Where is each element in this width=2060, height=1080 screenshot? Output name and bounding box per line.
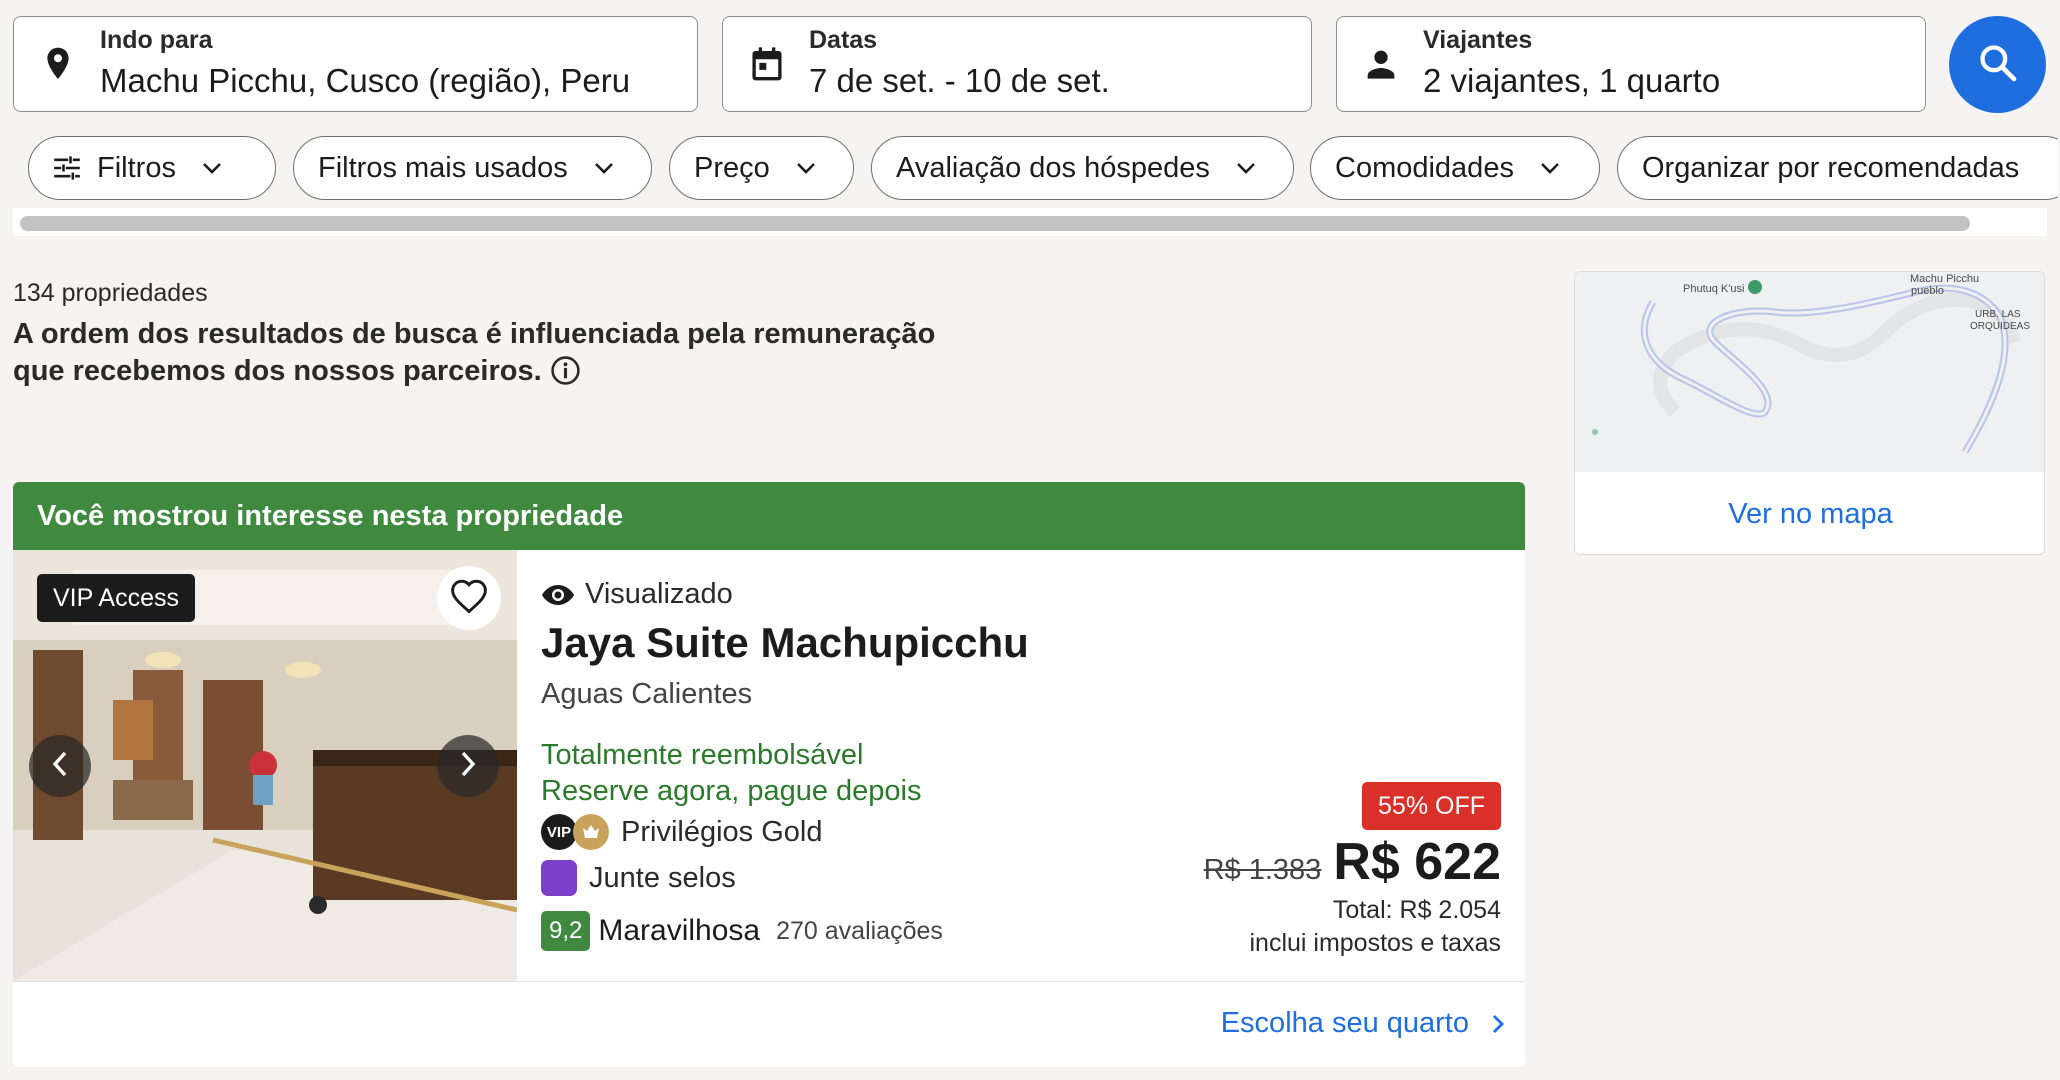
popular-filters-pill[interactable]: Filtros mais usados [293, 136, 652, 200]
price-pill-label: Preço [694, 151, 770, 184]
choose-room-label: Escolha seu quarto [1220, 1007, 1469, 1039]
choose-room-link[interactable]: Escolha seu quarto [1221, 1007, 1509, 1040]
amenities-label: Comodidades [1335, 151, 1514, 184]
map-label-phutuq: Phutuq K'usi [1683, 283, 1744, 295]
travelers-field[interactable]: Viajantes 2 viajantes, 1 quarto [1336, 16, 1926, 112]
viewed-indicator: Visualizado [541, 574, 1029, 614]
old-price: R$ 1.383 [1203, 854, 1322, 886]
sliders-icon [53, 153, 83, 183]
stamps-row: Junte selos [541, 855, 1029, 901]
destination-field[interactable]: Indo para Machu Picchu, Cusco (região), … [13, 16, 698, 112]
amenities-pill[interactable]: Comodidades [1310, 136, 1600, 200]
rating-score: 9,2 [541, 911, 591, 951]
chevron-down-icon [1236, 158, 1256, 178]
sort-label: Organizar por recomendadas [1642, 151, 2020, 184]
location-pin-icon [40, 46, 76, 82]
filter-scrollbar[interactable] [13, 208, 2047, 236]
person-icon [1363, 46, 1399, 82]
eye-icon [541, 582, 575, 606]
view-on-map-link[interactable]: Ver no mapa [1575, 472, 2044, 554]
map-thumbnail[interactable]: Phutuq K'usi Machu Picchu pueblo URB. LA… [1575, 272, 2044, 472]
chevron-down-icon [594, 158, 614, 178]
results-count: 134 propriedades [13, 279, 208, 307]
vip-icon: VIP [541, 814, 577, 850]
map-label-pueblo: pueblo [1911, 285, 1944, 297]
property-info: Visualizado Jaya Suite Machupicchu Aguas… [541, 574, 1029, 951]
map-card[interactable]: Phutuq K'usi Machu Picchu pueblo URB. LA… [1574, 271, 2045, 555]
destination-label: Indo para [100, 26, 213, 54]
map-label-urb2: ORQUIDEAS [1970, 321, 2030, 332]
photo-next-button[interactable] [437, 735, 499, 797]
popular-filters-label: Filtros mais usados [318, 151, 568, 184]
chevron-down-icon [796, 158, 816, 178]
favorite-button[interactable] [437, 566, 501, 630]
property-card[interactable]: VIP Access Visualizado Jaya Suite Machup… [13, 550, 1525, 1067]
search-button[interactable] [1949, 16, 2046, 113]
property-photo[interactable]: VIP Access [13, 550, 517, 981]
rating-row: 9,2 Maravilhosa 270 avaliações [541, 911, 1029, 951]
calendar-icon [749, 46, 785, 82]
filters-pill[interactable]: Filtros [28, 136, 276, 200]
total-amount: Total: R$ 2.054 [1332, 896, 1501, 924]
chevron-right-icon [1491, 1012, 1509, 1036]
info-icon[interactable] [550, 355, 581, 386]
price-row: R$ 1.383 R$ 622 [1204, 832, 1501, 892]
dates-field[interactable]: Datas 7 de set. - 10 de set. [722, 16, 1312, 112]
viewed-label: Visualizado [585, 577, 733, 610]
guest-rating-pill[interactable]: Avaliação dos hóspedes [871, 136, 1294, 200]
discount-badge: 55% OFF [1362, 782, 1501, 830]
interest-banner: Você mostrou interesse nesta propriedade [13, 482, 1525, 550]
card-divider [13, 981, 1525, 982]
map-label-urb1: URB. LAS [1975, 309, 2021, 320]
gold-crown-icon [573, 814, 609, 850]
heart-icon [449, 578, 489, 619]
search-icon [1978, 43, 2018, 86]
sort-pill[interactable]: Organizar por recomendadas [1617, 136, 2058, 200]
scrollbar-thumb[interactable] [20, 216, 1970, 231]
price-pill[interactable]: Preço [669, 136, 854, 200]
moon-icon [541, 860, 577, 896]
filter-bar: Filtros Filtros mais usados Preço Avalia… [28, 136, 2058, 200]
destination-value: Machu Picchu, Cusco (região), Peru [100, 62, 631, 99]
dates-value: 7 de set. - 10 de set. [809, 62, 1110, 99]
property-location: Aguas Calientes [541, 678, 753, 710]
dates-label: Datas [809, 26, 878, 54]
chevron-down-icon [1540, 158, 1560, 178]
stamps-label: Junte selos [589, 861, 736, 894]
travelers-label: Viajantes [1423, 26, 1533, 54]
travelers-value: 2 viajantes, 1 quarto [1423, 62, 1721, 99]
guest-rating-label: Avaliação dos hóspedes [896, 151, 1210, 184]
chevron-left-icon [51, 751, 69, 782]
map-label-machu: Machu Picchu [1910, 273, 1979, 285]
privileges-label: Privilégios Gold [621, 815, 823, 848]
review-count: 270 avaliações [776, 916, 943, 945]
ranking-disclaimer: A ordem dos resultados de busca é influe… [13, 316, 953, 390]
total-price: Total: R$ 2.054 inclui impostos e taxas [1249, 894, 1501, 960]
photo-prev-button[interactable] [29, 735, 91, 797]
disclaimer-text: A ordem dos resultados de busca é influe… [13, 318, 936, 387]
refundable-text: Totalmente reembolsável [541, 739, 864, 771]
chevron-right-icon [459, 751, 477, 782]
current-price: R$ 622 [1333, 833, 1501, 891]
pay-later-text: Reserve agora, pague depois [541, 775, 922, 807]
taxes-note: inclui impostos e taxas [1249, 929, 1501, 957]
rating-word: Maravilhosa [598, 914, 761, 947]
property-name[interactable]: Jaya Suite Machupicchu [541, 618, 1029, 668]
vip-access-badge: VIP Access [37, 574, 195, 622]
filters-pill-label: Filtros [97, 151, 176, 184]
privileges-row: VIP Privilégios Gold [541, 809, 1029, 855]
chevron-down-icon [202, 158, 222, 178]
